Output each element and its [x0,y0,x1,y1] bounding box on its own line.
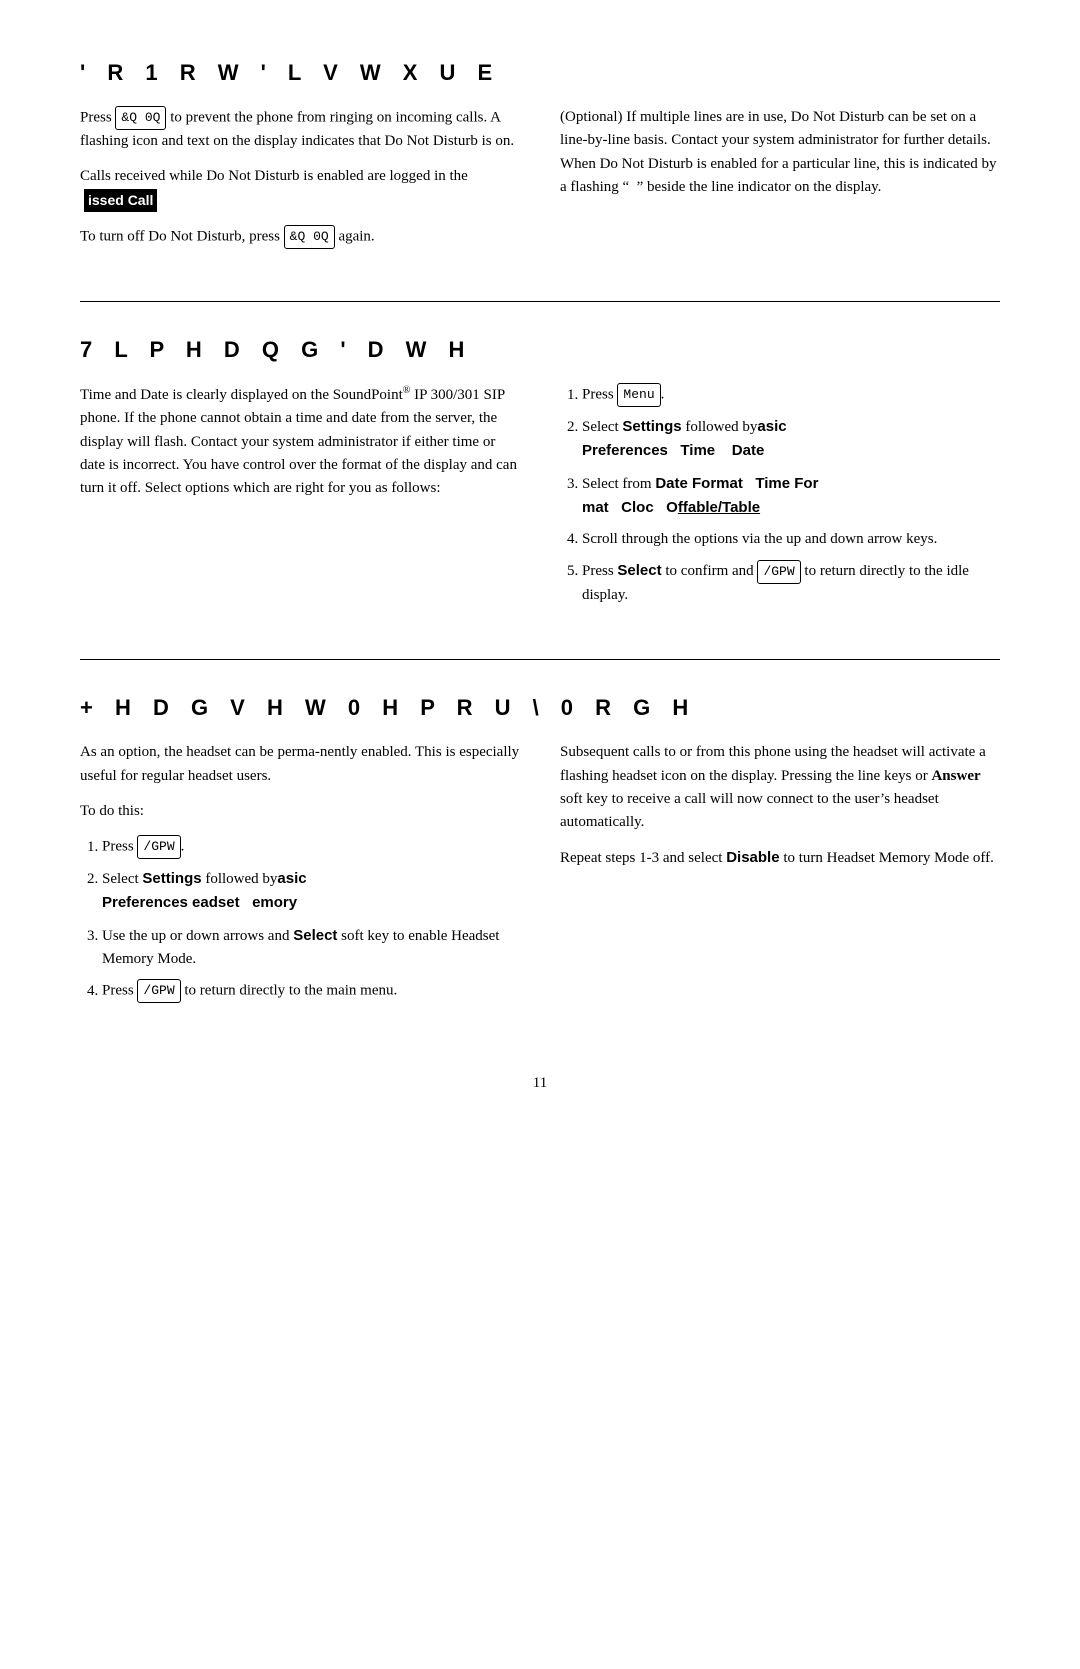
tad-step-3: Select from Date Format Time Format Cloc… [582,472,1000,521]
hm-disable: Disable [726,849,779,866]
time-and-date-left: Time and Date is clearly displayed on th… [80,383,520,619]
missed-call-badge: issed Call [84,189,157,213]
hm-answer-bold: Answer [931,768,980,784]
tad-kbd-home: /GPW [757,560,800,584]
headset-memory-content: As an option, the headset can be perma-n… [80,741,1000,1015]
hm-step-3: Use the up or down arrows and Select sof… [102,924,520,972]
headset-memory-section: + H D G V H W 0 H P R U \ 0 R G H As an … [80,695,1000,1015]
registered-mark: ® [403,385,411,396]
dnd-kbd-2: &Q 0Q [284,225,335,249]
hm-step-4: Press /GPW to return directly to the mai… [102,979,520,1003]
tad-para-1: Time and Date is clearly displayed on th… [80,383,520,500]
dnd-para-3: To turn off Do Not Disturb, press &Q 0Q … [80,225,520,249]
do-not-disturb-title: ' R 1 R W ' L V W X U E [80,60,1000,86]
do-not-disturb-content: Press &Q 0Q to prevent the phone from ri… [80,106,1000,261]
time-and-date-title: 7 L P H D Q G ' D W H [80,337,1000,363]
hm-kbd-2: /GPW [137,979,180,1003]
hm-settings: Settings [142,870,201,887]
tad-basic-pref: asicPreferences Time Date [582,418,787,459]
tad-steps: Press Menu. Select Settings followed bya… [560,383,1000,607]
tad-step-2: Select Settings followed byasicPreferenc… [582,415,1000,464]
dnd-right-para: (Optional) If multiple lines are in use,… [560,106,1000,199]
hm-step-2: Select Settings followed byasicPreferenc… [102,867,520,916]
time-and-date-right: Press Menu. Select Settings followed bya… [560,383,1000,619]
time-and-date-content: Time and Date is clearly displayed on th… [80,383,1000,619]
dnd-para-1: Press &Q 0Q to prevent the phone from ri… [80,106,520,153]
tad-step-5: Press Select to confirm and /GPW to retu… [582,559,1000,607]
tad-step-4: Scroll through the options via the up an… [582,528,1000,551]
hm-select: Select [293,927,337,944]
hm-basic-pref: asicPreferences eadset emory [102,870,307,911]
tad-format-options: Date Format Time Format Cloc Offable/Tab… [582,475,818,516]
do-not-disturb-right: (Optional) If multiple lines are in use,… [560,106,1000,261]
headset-memory-right: Subsequent calls to or from this phone u… [560,741,1000,1015]
hm-right-para-2: Repeat steps 1-3 and select Disable to t… [560,846,1000,870]
hm-right-para-1: Subsequent calls to or from this phone u… [560,741,1000,834]
do-not-disturb-section: ' R 1 R W ' L V W X U E Press &Q 0Q to p… [80,60,1000,261]
divider-1 [80,301,1000,302]
hm-para-1: As an option, the headset can be perma-n… [80,741,520,788]
dnd-para-2: Calls received while Do Not Disturb is e… [80,165,520,213]
hm-kbd-1: /GPW [137,835,180,859]
headset-memory-title: + H D G V H W 0 H P R U \ 0 R G H [80,695,1000,721]
tad-step-1: Press Menu. [582,383,1000,407]
time-and-date-section: 7 L P H D Q G ' D W H Time and Date is c… [80,337,1000,619]
hm-step-1: Press /GPW. [102,835,520,859]
tad-settings: Settings [622,418,681,435]
tad-kbd-menu: Menu [617,383,660,407]
do-not-disturb-left: Press &Q 0Q to prevent the phone from ri… [80,106,520,261]
tad-select: Select [617,562,661,579]
page-number: 11 [80,1075,1000,1092]
hm-steps: Press /GPW. Select Settings followed bya… [80,835,520,1003]
headset-memory-left: As an option, the headset can be perma-n… [80,741,520,1015]
dnd-kbd-1: &Q 0Q [115,106,166,130]
divider-2 [80,659,1000,660]
hm-para-2: To do this: [80,800,520,823]
